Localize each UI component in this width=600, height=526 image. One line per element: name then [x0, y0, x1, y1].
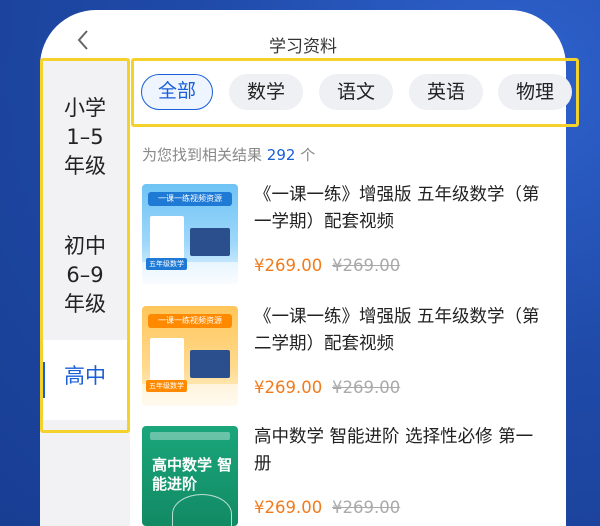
tab-all[interactable]: 全部: [141, 74, 213, 110]
product-price: ¥269.00: [254, 378, 323, 397]
thumb-label: 高中数学 智能进阶: [152, 456, 233, 493]
product-thumbnail: 一课一练视频资源 五年级数学: [142, 184, 238, 284]
thumb-label: 一课一练视频资源: [148, 314, 232, 328]
result-count: 为您找到相关结果 292 个: [142, 144, 315, 165]
monitor-icon: [190, 350, 230, 378]
product-price: ¥269.00: [254, 256, 323, 275]
book-image: [150, 338, 184, 382]
sidebar-item-label: 高中: [64, 364, 106, 388]
product-original-price: ¥269.00: [332, 256, 401, 275]
result-prefix: 为您找到相关结果: [142, 146, 263, 164]
sidebar-item-middle[interactable]: 初中 6–9 年级: [40, 232, 130, 319]
tab-physics[interactable]: 物理: [498, 74, 572, 110]
monitor-icon: [190, 228, 230, 256]
product-card[interactable]: 高中数学 智能进阶 高中数学 智能进阶 选择性必修 第一册 ¥269.00 ¥2…: [142, 426, 572, 526]
tab-math[interactable]: 数学: [229, 74, 303, 110]
nav-header: 学习资料: [40, 28, 566, 58]
product-price: ¥269.00: [254, 498, 323, 517]
product-title: 《一课一练》增强版 五年级数学（第二学期）配套视频: [254, 307, 540, 354]
grade-sidebar: 小学 1–5 年级 初中 6–9 年级 高中: [40, 58, 130, 526]
sidebar-item-primary[interactable]: 小学 1–5 年级: [40, 94, 130, 181]
page-title: 学习资料: [269, 37, 337, 57]
sidebar-item-label: 初中: [64, 234, 106, 258]
curve-graphic: [172, 494, 232, 526]
product-original-price: ¥269.00: [332, 378, 401, 397]
sidebar-item-high[interactable]: 高中: [40, 340, 130, 420]
product-original-price: ¥269.00: [332, 498, 401, 517]
product-title: 《一课一练》增强版 五年级数学（第一学期）配套视频: [254, 185, 540, 232]
tab-english[interactable]: 英语: [409, 74, 483, 110]
tab-chinese[interactable]: 语文: [319, 74, 393, 110]
sidebar-item-label: 年级: [64, 292, 106, 316]
product-title: 高中数学 智能进阶 选择性必修 第一册: [254, 427, 534, 474]
product-card[interactable]: 一课一练视频资源 五年级数学 《一课一练》增强版 五年级数学（第一学期）配套视频…: [142, 184, 572, 294]
book-image: [150, 216, 184, 260]
thumb-tag: 五年级数学: [146, 258, 187, 270]
product-thumbnail: 一课一练视频资源 五年级数学: [142, 306, 238, 406]
product-thumbnail: 高中数学 智能进阶: [142, 426, 238, 526]
result-number: 292: [266, 146, 296, 164]
sidebar-item-label: 小学: [64, 96, 106, 120]
thumb-label: 一课一练视频资源: [148, 192, 232, 206]
thumb-header: [150, 432, 230, 440]
thumb-tag: 五年级数学: [146, 380, 187, 392]
active-marker: [40, 362, 45, 398]
sidebar-item-label: 1–5: [66, 125, 104, 149]
sidebar-item-label: 6–9: [66, 263, 104, 287]
sidebar-item-label: 年级: [64, 154, 106, 178]
product-card[interactable]: 一课一练视频资源 五年级数学 《一课一练》增强版 五年级数学（第二学期）配套视频…: [142, 306, 572, 416]
result-suffix: 个: [300, 146, 316, 164]
